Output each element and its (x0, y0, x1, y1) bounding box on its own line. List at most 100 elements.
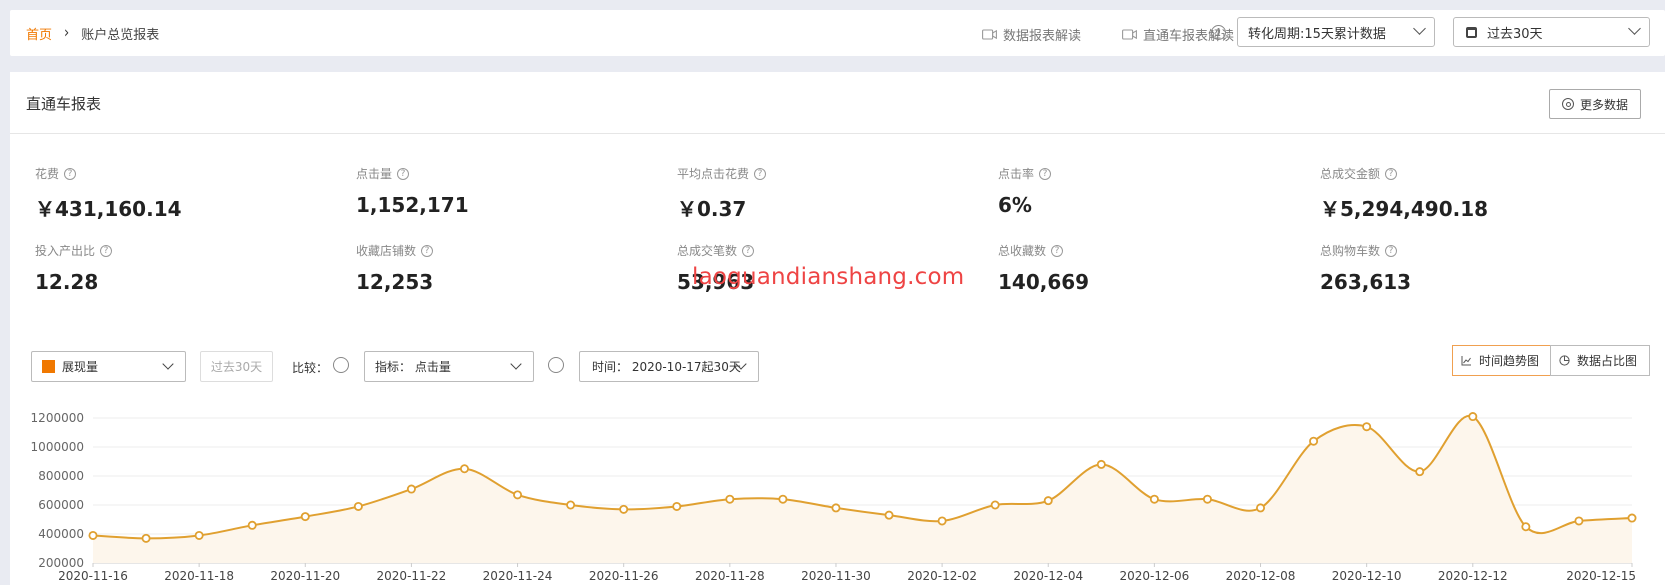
watermark-text: laoguandianshang.com (692, 264, 965, 290)
chevron-down-icon (510, 358, 522, 370)
metric-label: 点击率 (998, 167, 1035, 181)
data-point (1415, 467, 1425, 477)
trend-chart-label: 时间趋势图 (1479, 354, 1540, 368)
x-tick-label: 2020-12-02 (907, 569, 977, 583)
metric-label: 收藏店铺数 (356, 244, 417, 258)
data-report-explain-label: 数据报表解读 (1003, 29, 1082, 44)
video-icon (1122, 29, 1137, 40)
date-range-select[interactable]: 过去30天 (1453, 17, 1650, 47)
metric-label: 点击量 (356, 167, 393, 181)
metric-select[interactable]: 展现量 (31, 351, 186, 382)
question-icon[interactable]: ? (397, 167, 410, 180)
panel-title: 直通车报表 (26, 95, 102, 113)
series-area (93, 415, 1632, 563)
conversion-period-select[interactable]: 转化周期:15天累计数据 (1237, 17, 1435, 47)
x-tick-label: 2020-11-24 (483, 569, 553, 583)
data-point (88, 530, 98, 540)
chevron-right-icon: › (64, 24, 70, 43)
breadcrumb-current: 账户总览报表 (81, 28, 160, 43)
x-tick-label: 2020-11-20 (270, 569, 340, 583)
divider (10, 133, 1665, 134)
data-point (406, 484, 416, 494)
x-tick-label: 2020-11-28 (695, 569, 765, 583)
metric-label: 平均点击花费 (677, 167, 750, 181)
data-point (619, 504, 629, 514)
past-30-button[interactable]: 过去30天 (200, 351, 273, 382)
video-icon (982, 29, 997, 40)
data-point (566, 500, 576, 510)
data-point (513, 490, 523, 500)
data-point (141, 533, 151, 543)
metric-total-carts: 总购物车数? 263,613 (1320, 242, 1411, 294)
metric-value: ￥5,294,490.18 (1320, 197, 1489, 221)
y-tick-label: 1200000 (31, 411, 84, 425)
conversion-period-value: 转化周期:15天累计数据 (1248, 26, 1386, 42)
question-icon[interactable]: ? (421, 244, 434, 257)
share-chart-button[interactable]: 数据占比图 (1550, 345, 1650, 376)
line-chart-icon (1461, 356, 1471, 366)
y-tick-label: 600000 (38, 498, 84, 512)
date-range-value: 过去30天 (1487, 26, 1543, 42)
data-point (778, 494, 788, 504)
data-point (300, 512, 310, 522)
question-icon[interactable]: ? (1051, 244, 1064, 257)
pie-chart-icon (1559, 355, 1570, 366)
time-compare-radio[interactable] (548, 357, 564, 373)
question-icon[interactable]: ? (742, 244, 755, 257)
info-icon[interactable]: ! (1211, 25, 1226, 40)
metric-label: 投入产出比 (35, 244, 96, 258)
chevron-down-icon (162, 358, 174, 370)
metric-value: 12.28 (35, 270, 99, 294)
metric-value: 1,152,171 (356, 193, 469, 217)
metric-label: 总成交笔数 (677, 244, 738, 258)
more-data-button[interactable]: 更多数据 (1549, 89, 1641, 119)
indicator-select[interactable]: 指标： 点击量 (364, 351, 534, 382)
data-point (1043, 496, 1053, 506)
data-report-explain-link[interactable]: 数据报表解读 (982, 25, 1081, 44)
question-icon[interactable]: ? (64, 167, 77, 180)
trend-chart: 1200000100000080000060000040000020000020… (31, 411, 1637, 583)
metric-cost: 花费? ￥431,160.14 (35, 165, 182, 222)
data-point (1521, 522, 1531, 532)
question-icon[interactable]: ? (1385, 167, 1398, 180)
x-tick-label: 2020-12-15 (1566, 569, 1636, 583)
x-tick-label: 2020-12-06 (1120, 569, 1190, 583)
x-tick-label: 2020-11-22 (377, 569, 447, 583)
data-point (884, 510, 894, 520)
calendar-icon (1466, 26, 1477, 38)
breadcrumb: 首页 › 账户总览报表 (26, 24, 160, 44)
time-select-value: 时间： 2020-10-17起30天 (592, 360, 741, 374)
indicator-select-value: 指标： 点击量 (375, 360, 451, 374)
trend-chart-button[interactable]: 时间趋势图 (1452, 345, 1551, 376)
x-tick-label: 2020-12-04 (1013, 569, 1083, 583)
more-data-label: 更多数据 (1579, 97, 1628, 112)
chevron-down-icon (1413, 22, 1426, 35)
data-point (1202, 494, 1212, 504)
metric-label: 总收藏数 (998, 244, 1047, 258)
data-point (247, 520, 257, 530)
chevron-down-icon (1628, 22, 1641, 35)
y-tick-label: 1000000 (31, 440, 84, 454)
breadcrumb-home-link[interactable]: 首页 (26, 24, 52, 43)
compare-radio[interactable] (333, 357, 349, 373)
metric-value: ￥431,160.14 (35, 197, 182, 221)
data-point (990, 500, 1000, 510)
question-icon[interactable]: ? (1039, 167, 1052, 180)
data-point (672, 501, 682, 511)
question-icon[interactable]: ? (100, 244, 113, 257)
y-tick-label: 400000 (38, 527, 84, 541)
metric-roi: 投入产出比? 12.28 (35, 242, 113, 294)
data-point (1362, 422, 1372, 432)
x-tick-label: 2020-12-10 (1332, 569, 1402, 583)
data-point (1309, 436, 1319, 446)
data-point (459, 464, 469, 474)
time-select[interactable]: 时间： 2020-10-17起30天 (579, 351, 759, 382)
question-icon[interactable]: ? (1385, 244, 1398, 257)
metric-value: 6% (998, 193, 1032, 217)
metric-clicks: 点击量? 1,152,171 (356, 165, 469, 217)
metric-total-favorites: 总收藏数? 140,669 (998, 242, 1089, 294)
x-tick-label: 2020-11-18 (164, 569, 234, 583)
metric-label: 总购物车数 (1320, 244, 1381, 258)
metric-avg-cpc: 平均点击花费? ￥0.37 (677, 165, 767, 222)
question-icon[interactable]: ? (754, 167, 767, 180)
